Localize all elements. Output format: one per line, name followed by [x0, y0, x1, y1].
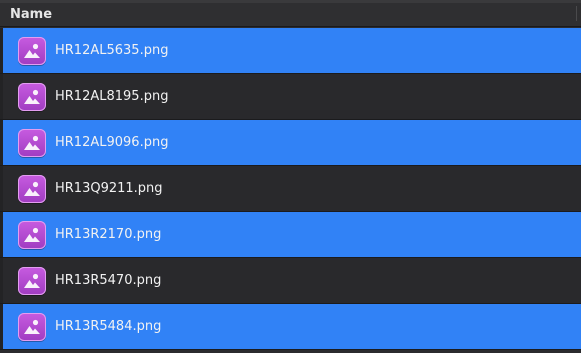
header-top-edge: [0, 0, 581, 3]
image-file-icon: [18, 36, 46, 65]
image-file-icon: [18, 128, 46, 157]
image-file-icon: [18, 220, 46, 249]
list-header: Name: [0, 0, 581, 27]
file-name: HR13R2170.png: [55, 226, 162, 242]
file-row[interactable]: HR13R2170.png: [0, 212, 581, 258]
file-rows: HR12AL5635.png HR12AL8195.png HR12AL9096…: [0, 28, 581, 350]
file-name: HR13Q9211.png: [55, 180, 163, 196]
file-row[interactable]: HR12AL9096.png: [0, 120, 581, 166]
row-left-gutter: [0, 74, 3, 119]
row-left-gutter: [0, 304, 3, 349]
image-file-icon: [18, 312, 46, 341]
row-left-gutter: [0, 120, 3, 165]
file-name: HR13R5484.png: [55, 318, 162, 334]
file-name: HR12AL9096.png: [55, 134, 169, 150]
file-row[interactable]: HR13R5484.png: [0, 304, 581, 350]
file-row[interactable]: HR13Q9211.png: [0, 166, 581, 212]
row-left-gutter: [0, 28, 3, 73]
file-row[interactable]: HR12AL8195.png: [0, 74, 581, 120]
file-name: HR12AL5635.png: [55, 42, 169, 58]
file-list-view: Name HR12AL5635.png HR12AL8195.png HR12A…: [0, 0, 581, 353]
row-left-gutter: [0, 258, 3, 303]
image-file-icon: [18, 174, 46, 203]
row-left-gutter: [0, 166, 3, 211]
name-column-header[interactable]: Name: [10, 7, 52, 23]
file-name: HR13R5470.png: [55, 272, 162, 288]
column-divider[interactable]: [576, 6, 577, 21]
image-file-icon: [18, 82, 46, 111]
file-name: HR12AL8195.png: [55, 88, 169, 104]
image-file-icon: [18, 266, 46, 295]
file-row[interactable]: HR12AL5635.png: [0, 28, 581, 74]
file-row[interactable]: HR13R5470.png: [0, 258, 581, 304]
row-left-gutter: [0, 212, 3, 257]
